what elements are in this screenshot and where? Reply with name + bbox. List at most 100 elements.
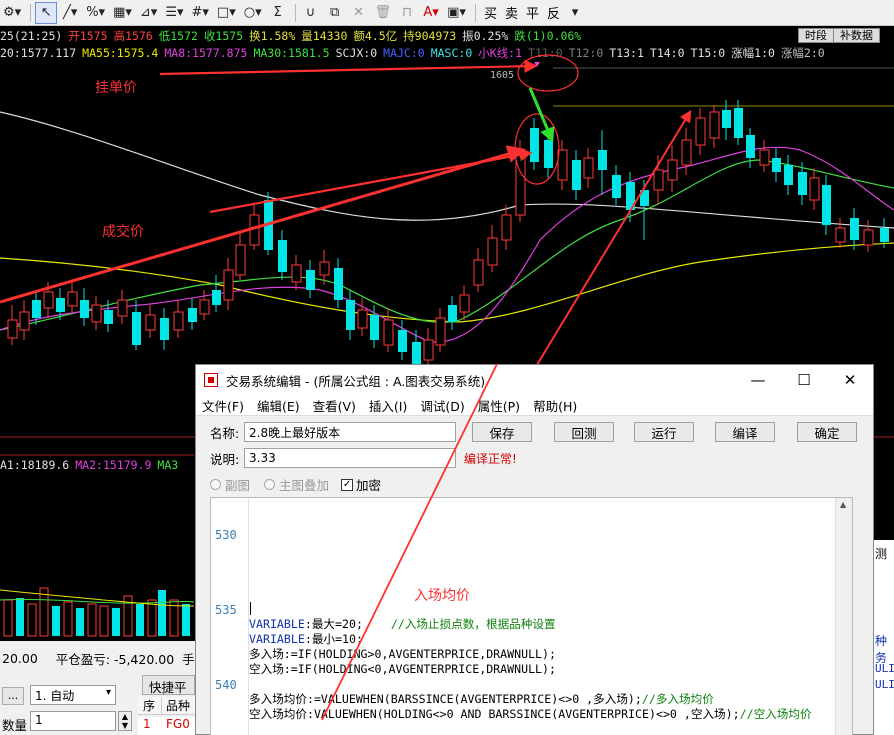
qty-input[interactable]: 1: [30, 711, 116, 731]
volume-bar: [27, 603, 37, 637]
settings-gear-icon[interactable]: ⚙▾: [0, 2, 24, 24]
volume-bar: [158, 590, 166, 636]
candle-body: [334, 268, 343, 300]
trading-app: ⚙▾ ↖ ╱▾ %▾ ▦▾ ⊿▾ ☰▾ #▾ □▾ ○▾ Σ ∪ ⧉ ✕ 🗑 ⊓…: [0, 0, 894, 735]
copy-icon[interactable]: ⧉: [324, 2, 346, 24]
right-panel-tab[interactable]: 测: [875, 545, 887, 562]
toolbar-separator: [294, 3, 296, 22]
chevron-down-icon: ▾: [105, 687, 111, 698]
grid-tool-icon[interactable]: #▾: [189, 2, 212, 24]
menu-edit[interactable]: 编辑(E): [257, 396, 300, 415]
compile-button[interactable]: 编译: [715, 422, 775, 442]
ok-button[interactable]: 确定: [797, 422, 857, 442]
flat-button[interactable]: 平: [522, 3, 543, 22]
right-panel-code-1: ULI: [875, 662, 894, 675]
menu-properties[interactable]: 属性(P): [478, 396, 520, 415]
candle-body: [278, 240, 287, 272]
menu-insert[interactable]: 插入(I): [369, 396, 407, 415]
level-tool-icon[interactable]: ☰▾: [162, 2, 186, 24]
encrypt-checkbox[interactable]: ✓: [341, 478, 354, 491]
encrypt-label: 加密: [356, 478, 382, 493]
fill-data-button[interactable]: 补数据: [833, 28, 880, 43]
dialog-titlebar[interactable]: 交易系统编辑 - (所属公式组 : A.图表交易系统) — ☐ ✕: [196, 365, 873, 395]
menu-file[interactable]: 文件(F): [202, 396, 244, 415]
table-row[interactable]: 1 FG0: [138, 717, 195, 735]
candle-body: [91, 304, 102, 323]
fill-price-arrow-1: [0, 145, 526, 304]
candle-body: [19, 311, 30, 331]
rectangle-tool-icon[interactable]: □▾: [214, 2, 239, 24]
trading-system-editor-dialog: 交易系统编辑 - (所属公式组 : A.图表交易系统) — ☐ ✕ 文件(F) …: [195, 364, 874, 735]
code-text: 空入场均价:VALUEWHEN(HOLDING<>0 AND BARSSINCE…: [249, 707, 740, 721]
buy-button[interactable]: 买: [480, 3, 501, 22]
more-button[interactable]: ...: [2, 687, 24, 705]
mode-select-value: 1. 自动: [35, 689, 75, 703]
menu-help[interactable]: 帮助(H): [533, 396, 577, 415]
trash-icon[interactable]: 🗑: [372, 2, 395, 24]
quote-change: 跌(1)0.06%: [514, 28, 582, 43]
zf2-value: 涨幅2:0: [780, 45, 825, 60]
toolbar-more-icon[interactable]: ▾: [564, 2, 586, 24]
candle-body: [583, 157, 594, 179]
quote-open-interest: 持904973: [403, 28, 457, 43]
sub-chart-radio[interactable]: [210, 479, 221, 490]
drawing-toolbar: ⚙▾ ↖ ╱▾ %▾ ▦▾ ⊿▾ ☰▾ #▾ □▾ ○▾ Σ ∪ ⧉ ✕ 🗑 ⊓…: [0, 0, 894, 26]
code-editor[interactable]: 530 535 540 VARIABLE:最大=20; //入场止损点数，根据品…: [210, 497, 853, 735]
backtest-button[interactable]: 回测: [554, 422, 614, 442]
code-comment: //入场止损点数，根据品种设置: [390, 617, 556, 631]
toolbar-separator: [30, 3, 32, 22]
toolbar-separator: [474, 3, 476, 22]
color-tool-icon[interactable]: A▾: [420, 2, 442, 24]
qty-stepper[interactable]: ▲ ▼: [118, 711, 132, 731]
run-button[interactable]: 运行: [634, 422, 694, 442]
period-button[interactable]: 时段: [798, 28, 834, 43]
ma8-value: MA8:1577.875: [164, 45, 248, 60]
delete-icon[interactable]: ✕: [348, 2, 370, 24]
right-panel-label: 种务: [875, 634, 888, 665]
save-drawing-icon[interactable]: ▣▾: [444, 2, 469, 24]
candle-body: [423, 339, 434, 361]
percent-tool-icon[interactable]: %▾: [83, 2, 108, 24]
top-marker-icon: [534, 62, 540, 67]
sell-button[interactable]: 卖: [501, 3, 522, 22]
save-button[interactable]: 保存: [472, 422, 532, 442]
magnet-icon[interactable]: ∪: [300, 2, 322, 24]
majc-value: MAJC:0: [383, 45, 425, 60]
menu-view[interactable]: 查看(V): [313, 396, 356, 415]
description-field[interactable]: [244, 448, 456, 468]
volume-bar: [147, 599, 157, 637]
line-number: 530: [215, 528, 237, 542]
close-icon[interactable]: ✕: [827, 365, 873, 395]
sub-indicator-row: A1:18189.6 MA2:15179.9 MA3: [0, 456, 194, 473]
lock-icon[interactable]: ⊓: [396, 2, 418, 24]
candle-body: [501, 214, 512, 241]
maximize-icon[interactable]: ☐: [781, 365, 827, 395]
editor-scrollbar[interactable]: ▲: [835, 498, 852, 735]
circle-tool-icon[interactable]: ○▾: [241, 2, 265, 24]
main-overlay-radio[interactable]: [264, 479, 276, 490]
quote-time: 25(21:25): [0, 28, 63, 43]
ruler-tool-icon[interactable]: ▦▾: [110, 2, 135, 24]
text-tool-icon[interactable]: Σ: [267, 2, 289, 24]
candle-body: [709, 111, 720, 139]
reverse-button[interactable]: 反: [543, 3, 564, 22]
pointer-arrow-icon[interactable]: ↖: [35, 1, 58, 24]
line-tool-icon[interactable]: ╱▾: [59, 2, 81, 24]
candle-body: [473, 259, 484, 286]
mode-select[interactable]: 1. 自动 ▾: [30, 685, 116, 705]
candle-body: [515, 149, 526, 216]
scroll-up-icon[interactable]: ▲: [840, 500, 846, 509]
price-label: 1605: [490, 70, 514, 81]
minimize-icon[interactable]: —: [735, 365, 781, 395]
candle-body: [412, 342, 421, 365]
ma30-value: MA30:1581.5: [253, 45, 330, 60]
volume-bar: [16, 598, 24, 636]
name-field[interactable]: [244, 422, 456, 442]
quick-flat-button[interactable]: 快捷平: [142, 675, 195, 695]
right-panel-code-2: ULI: [875, 678, 894, 691]
candle-body: [212, 290, 221, 305]
quote-amount: 额4.5亿: [353, 28, 398, 43]
fan-tool-icon[interactable]: ⊿▾: [137, 2, 160, 24]
menu-debug[interactable]: 调试(D): [420, 396, 464, 415]
volume-bar: [63, 601, 73, 637]
